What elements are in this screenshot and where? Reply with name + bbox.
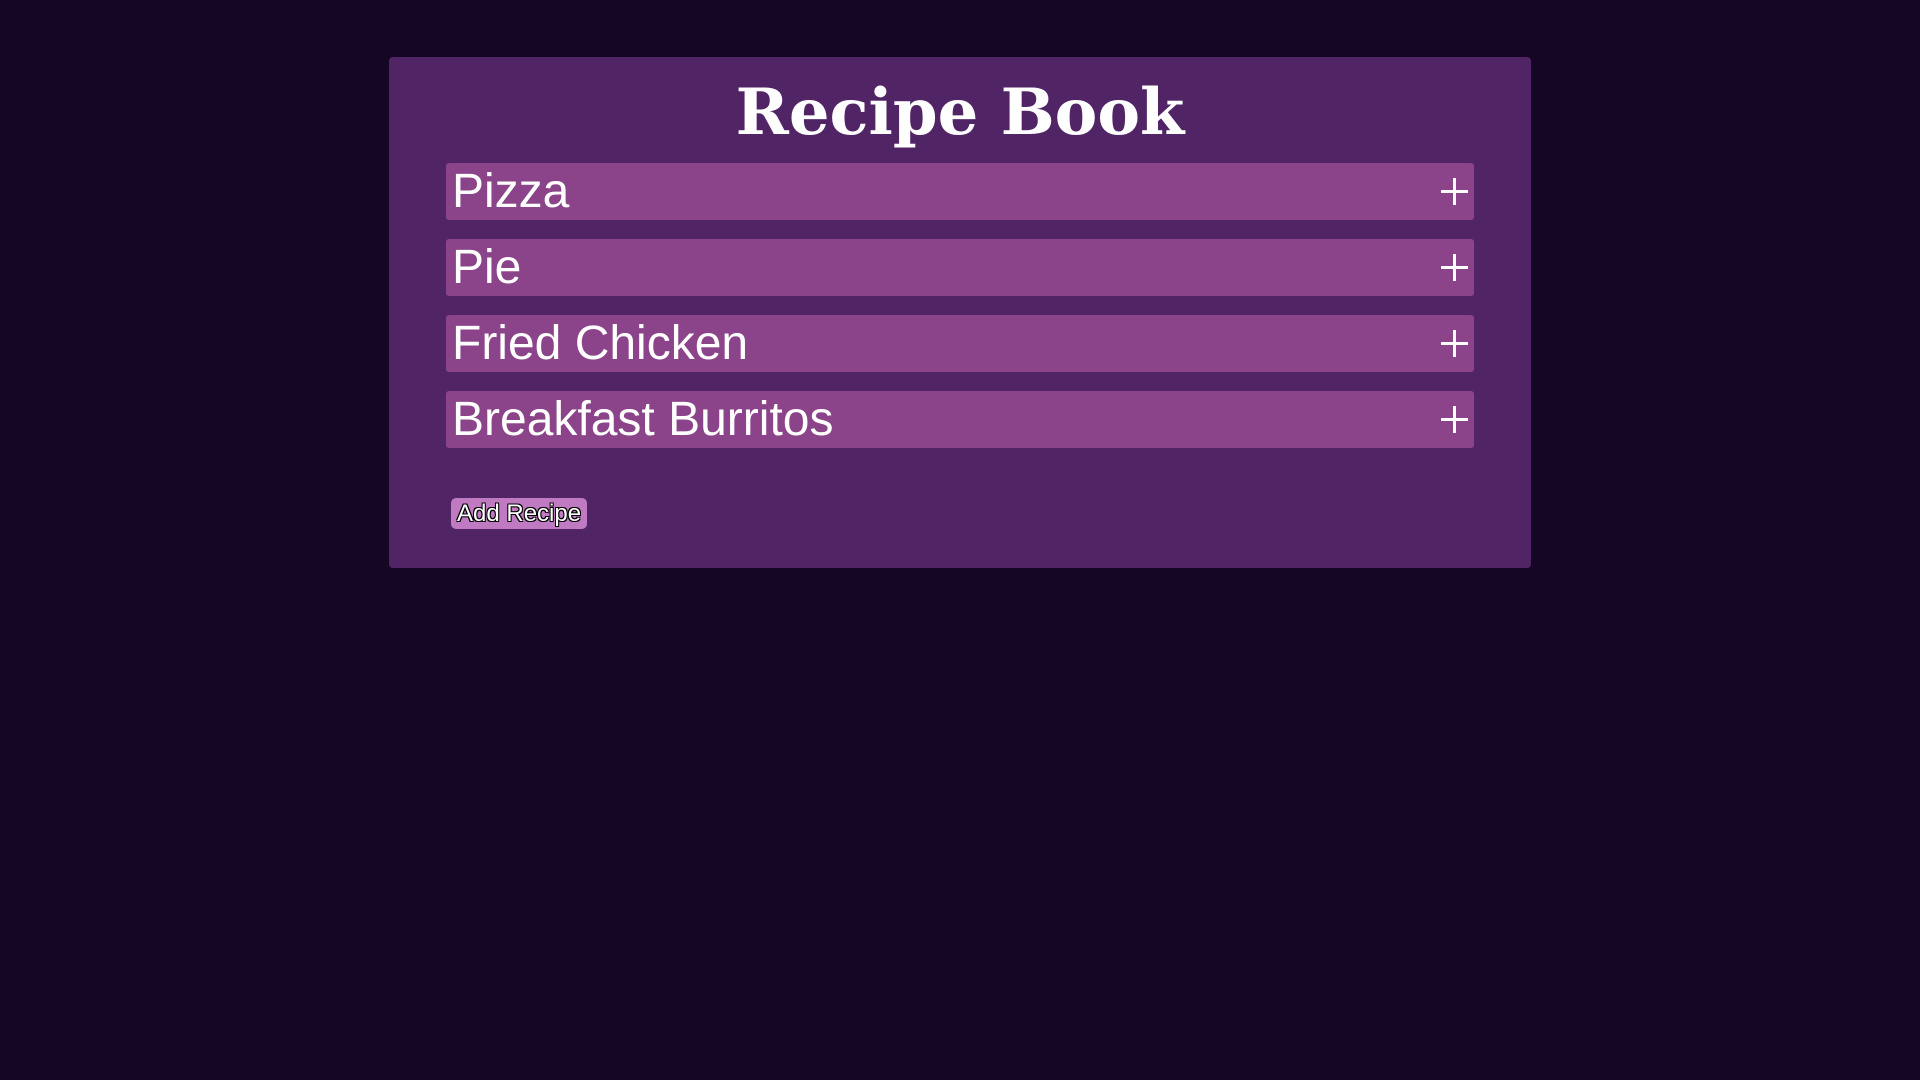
recipe-item-breakfast-burritos[interactable]: Breakfast Burritos [446, 391, 1474, 448]
page-title: Recipe Book [735, 75, 1185, 150]
plus-icon[interactable] [1441, 330, 1468, 357]
recipe-name: Fried Chicken [452, 317, 749, 370]
recipe-book-panel: Recipe Book Pizza Pie Fried Chicken Brea… [389, 57, 1531, 568]
recipe-item-pizza[interactable]: Pizza [446, 163, 1474, 220]
recipe-list: Pizza Pie Fried Chicken Breakfast Burrit… [446, 163, 1474, 467]
plus-icon[interactable] [1441, 178, 1468, 205]
recipe-item-pie[interactable]: Pie [446, 239, 1474, 296]
plus-icon[interactable] [1441, 254, 1468, 281]
recipe-name: Pizza [452, 165, 570, 218]
recipe-name: Breakfast Burritos [452, 393, 834, 446]
plus-icon[interactable] [1441, 406, 1468, 433]
recipe-name: Pie [452, 241, 522, 294]
add-recipe-button[interactable]: Add Recipe [451, 498, 588, 529]
recipe-item-fried-chicken[interactable]: Fried Chicken [446, 315, 1474, 372]
